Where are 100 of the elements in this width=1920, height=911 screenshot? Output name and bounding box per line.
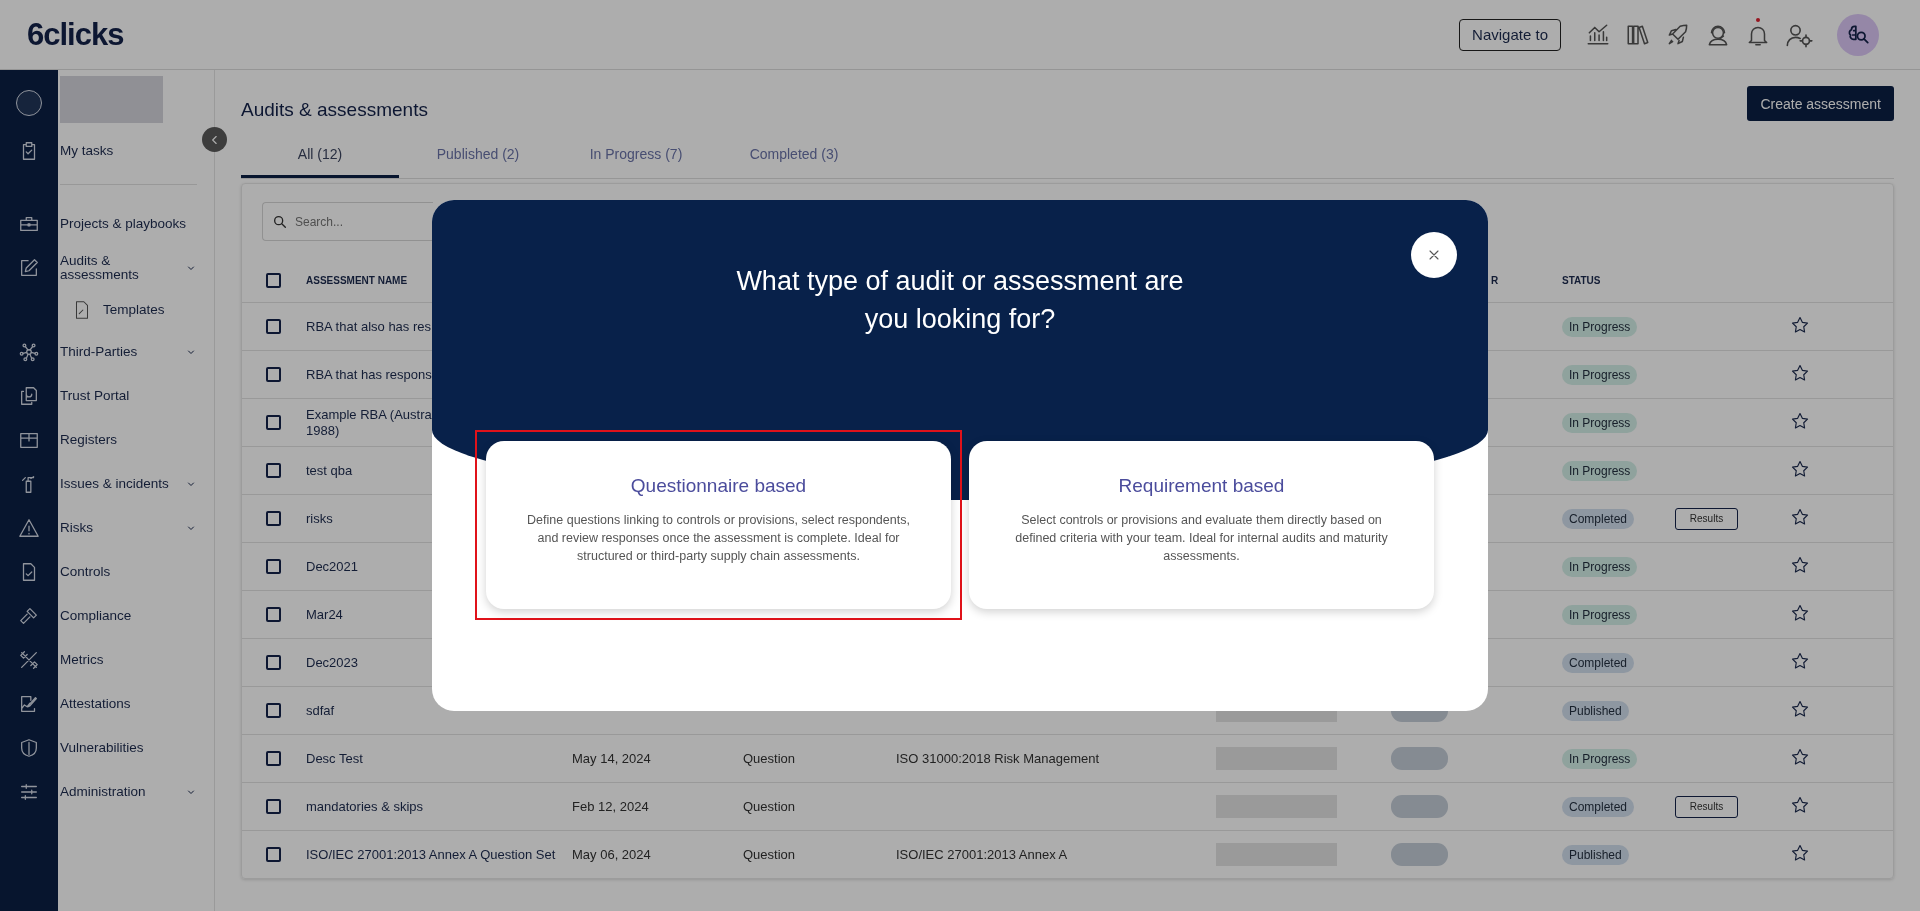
checkbox[interactable] (266, 799, 281, 814)
status-badge: In Progress (1562, 460, 1638, 481)
assessment-name: risks (306, 510, 333, 527)
nav-item[interactable]: Compliance (60, 609, 197, 623)
logo: 6clicks (27, 16, 124, 53)
nav-item[interactable]: Third-Parties (60, 345, 197, 359)
star-icon[interactable] (1790, 795, 1810, 815)
tab[interactable]: All (12) (241, 130, 399, 178)
tab[interactable]: In Progress (7) (557, 130, 715, 178)
nav-item[interactable]: Projects & playbooks (60, 217, 197, 231)
edit-icon[interactable] (18, 257, 40, 279)
status-badge: Completed (1562, 796, 1635, 817)
results-button[interactable]: Results (1675, 795, 1738, 818)
hammer-icon[interactable] (18, 605, 40, 627)
create-assessment-button[interactable]: Create assessment (1747, 86, 1894, 121)
star-icon[interactable] (1790, 459, 1810, 479)
assessment-name: Example RBA (Austra 1988) (306, 406, 432, 439)
status-badge: Published (1562, 844, 1629, 865)
checkbox[interactable] (266, 847, 281, 862)
checkbox[interactable] (266, 272, 281, 288)
star-icon[interactable] (1790, 363, 1810, 383)
assessment-name: Desc Test (306, 750, 363, 767)
option-card[interactable]: Requirement based Select controls or provisions and evaluate them directly based on defined criteria with your team. Ideal for internal audits and maturity assessments. (958, 430, 1445, 620)
checkbox[interactable] (266, 511, 281, 526)
tools-icon[interactable] (18, 649, 40, 671)
status-badge: In Progress (1562, 412, 1638, 433)
nav-item[interactable]: Vulnerabilities (60, 741, 197, 755)
checkbox[interactable] (266, 415, 281, 430)
option-description: Select controls or provisions and evaluate them directly based on defined criteria with your team. Ideal for internal audits and maturity assessments. (1014, 512, 1389, 565)
status-badge: In Progress (1562, 556, 1638, 577)
column-header: ASSESSMENT NAME (306, 274, 409, 286)
nav-item[interactable]: Attestations (60, 697, 197, 711)
results-button[interactable]: Results (1675, 507, 1738, 530)
status-badge: Completed (1562, 508, 1635, 529)
date-cell: Feb 12, 2024 (572, 799, 649, 814)
option-card[interactable] (475, 430, 962, 620)
assessment-name: test qba (306, 462, 353, 479)
column-header: STATUS (1562, 274, 1602, 286)
collapse-button[interactable] (202, 127, 227, 152)
signature-icon[interactable] (18, 693, 40, 715)
assessment-name: Dec2023 (306, 654, 359, 671)
search-field[interactable]: Search... (262, 202, 433, 241)
network-icon[interactable] (18, 341, 40, 363)
star-icon[interactable] (1790, 315, 1810, 335)
star-icon[interactable] (1790, 843, 1810, 863)
star-icon[interactable] (1790, 747, 1810, 767)
nav-item[interactable]: My tasks (60, 144, 197, 158)
checkbox[interactable] (266, 703, 281, 718)
documents-icon[interactable] (18, 385, 40, 407)
nav-item[interactable]: Metrics (60, 653, 197, 667)
assessment-name: Mar24 (306, 606, 343, 623)
nav-item[interactable]: Trust Portal (60, 389, 197, 403)
avatar-circle[interactable] (16, 89, 42, 116)
option-title: Requirement based (1117, 475, 1286, 497)
checkbox[interactable] (266, 607, 281, 622)
status-badge: In Progress (1562, 364, 1638, 385)
checkbox[interactable] (266, 655, 281, 670)
type-cell: Question (743, 799, 796, 814)
status-badge: Published (1562, 700, 1629, 721)
date-cell: May 14, 2024 (572, 751, 651, 766)
star-icon[interactable] (1790, 699, 1810, 719)
star-icon[interactable] (1790, 507, 1810, 527)
assessment-name: Dec2021 (306, 558, 359, 575)
assessment-name: RBA that has respons (306, 366, 432, 383)
checkbox[interactable] (266, 367, 281, 382)
warning-icon[interactable] (18, 517, 40, 539)
page-title: Audits & assessments (241, 97, 428, 121)
navigate-button[interactable]: Navigate to (1459, 18, 1561, 51)
tab[interactable]: Published (2) (399, 130, 557, 178)
nav-item[interactable]: Risks (60, 521, 197, 535)
nav-item[interactable]: Administration (60, 785, 197, 799)
nav-item[interactable]: Audits & assessments (60, 254, 197, 282)
date-cell: May 06, 2024 (572, 847, 651, 862)
nav-item[interactable]: Registers (60, 433, 197, 447)
star-icon[interactable] (1790, 555, 1810, 575)
sliders-icon[interactable] (18, 781, 40, 803)
search-icon (272, 214, 288, 230)
checkbox[interactable] (266, 751, 281, 766)
tab[interactable]: Completed (3) (715, 130, 873, 178)
modal-title: What type of audit or assessment are you looking for? (735, 265, 1185, 336)
assessment-name: ISO/IEC 27001:2013 Annex A Question Set (306, 846, 556, 863)
assessment-name: sdfaf (306, 702, 335, 719)
star-icon[interactable] (1790, 603, 1810, 623)
column-header: R (1491, 274, 1499, 286)
checkbox[interactable] (266, 559, 281, 574)
star-icon[interactable] (1790, 411, 1810, 431)
status-badge: In Progress (1562, 604, 1638, 625)
status-badge: Completed (1562, 652, 1635, 673)
nav-item[interactable]: Issues & incidents (60, 477, 197, 491)
assistant-button[interactable] (1837, 13, 1879, 56)
star-icon[interactable] (1790, 651, 1810, 671)
checkbox[interactable] (266, 319, 281, 334)
shield-icon[interactable] (18, 737, 40, 759)
option-title: Questionnaire based (629, 475, 808, 497)
nav-item[interactable]: Templates (60, 299, 197, 321)
framework-cell: ISO/IEC 27001:2013 Annex A (896, 847, 1068, 862)
assessment-name: RBA that also has res (306, 318, 431, 335)
checkbox[interactable] (266, 463, 281, 478)
nav-item[interactable]: Controls (60, 565, 197, 579)
framework-cell: ISO 31000:2018 Risk Management (896, 751, 1100, 766)
